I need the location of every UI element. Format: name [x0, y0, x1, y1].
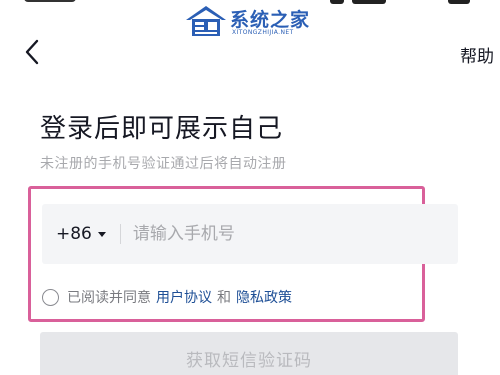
privacy-policy-link[interactable]: 隐私政策 — [236, 287, 292, 307]
country-code-value: +86 — [56, 224, 92, 244]
page-subtitle: 未注册的手机号验证通过后将自动注册 — [40, 156, 287, 172]
help-link[interactable]: 帮助 — [440, 42, 500, 67]
page-title: 登录后即可展示自己 — [40, 114, 284, 144]
get-sms-code-button[interactable]: 获取短信验证码 — [40, 332, 458, 375]
agreement-prefix: 已阅读并同意 — [67, 290, 151, 306]
status-bar-time — [24, 0, 76, 2]
back-button[interactable] — [14, 34, 50, 70]
user-agreement-link[interactable]: 用户协议 — [156, 287, 212, 307]
watermark-name: 系统之家 — [230, 9, 311, 31]
status-bar-icons — [330, 0, 480, 6]
house-logo-icon — [186, 6, 226, 36]
agreement-row: 已阅读并同意 用户协议 和 隐私政策 — [42, 287, 292, 307]
phone-input-row: +86 — [42, 204, 458, 264]
phone-number-input[interactable] — [132, 224, 433, 244]
watermark: 系统之家 XITONGZHIJIA.NET — [184, 2, 314, 44]
caret-down-icon — [97, 231, 106, 237]
chevron-left-icon — [25, 39, 39, 65]
agreement-checkbox[interactable] — [42, 288, 59, 306]
divider — [119, 224, 121, 244]
watermark-url: XITONGZHIJIA.NET — [232, 29, 294, 36]
agreement-and-text: 和 — [217, 290, 231, 306]
country-code-selector[interactable]: +86 — [56, 204, 106, 264]
